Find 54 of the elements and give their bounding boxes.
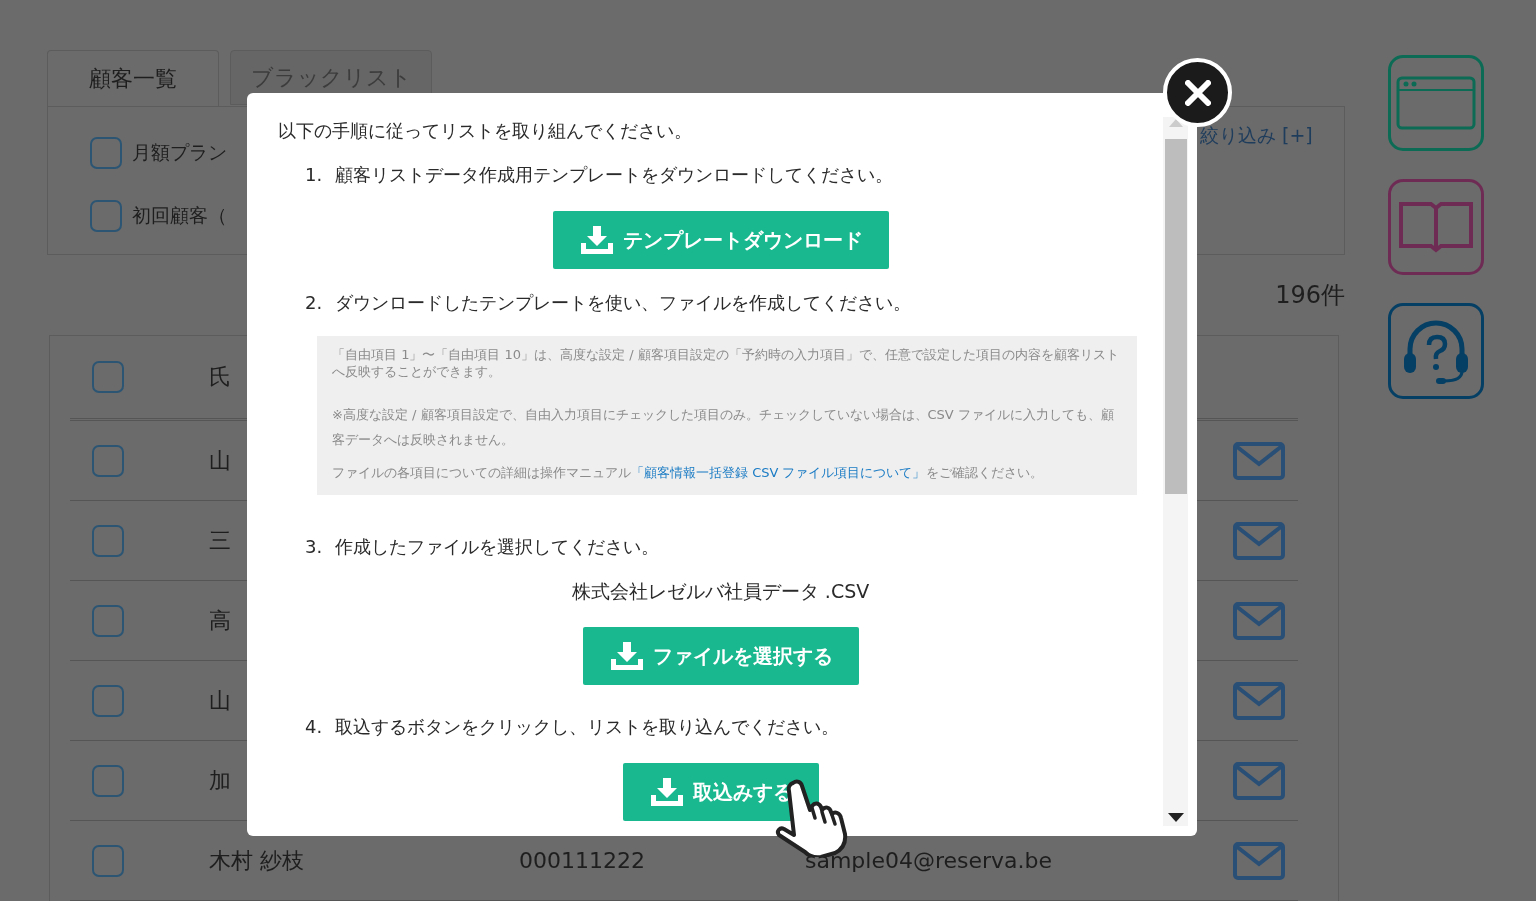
download-icon xyxy=(650,778,683,806)
scroll-up-icon[interactable] xyxy=(1168,119,1183,127)
step-text: 1. 顧客リストデータ作成用テンプレートをダウンロードしてください。 xyxy=(304,163,894,187)
download-icon xyxy=(610,642,643,670)
action-button[interactable]: ファイルを選択する xyxy=(582,627,859,685)
checkbox[interactable] xyxy=(92,764,124,797)
scrollbar[interactable] xyxy=(1163,117,1188,826)
mail-icon[interactable] xyxy=(1233,601,1285,640)
checkbox[interactable] xyxy=(92,524,124,557)
step-text: 4. 取込するボタンをクリックし、リストを取り込んでください。 xyxy=(304,715,840,739)
tab[interactable]: 顧客一覧 xyxy=(47,50,219,107)
filter-label: 初回顧客（ xyxy=(132,203,227,228)
mail-icon[interactable] xyxy=(1233,681,1285,720)
manual-button[interactable] xyxy=(1388,179,1484,275)
table-cell-text: 三 xyxy=(209,526,231,555)
checkbox[interactable] xyxy=(92,844,124,877)
filter-label: 月額プラン xyxy=(132,140,227,165)
download-icon xyxy=(580,226,613,254)
manual-link[interactable]: 「顧客情報一括登録 CSV ファイル項目について」 xyxy=(631,465,926,480)
mail-icon[interactable] xyxy=(1233,441,1285,480)
mail-icon[interactable] xyxy=(1233,521,1285,560)
table-cell-text: 加 xyxy=(209,766,231,795)
table-cell: sample04@reserva.be xyxy=(805,848,1053,873)
checkbox[interactable] xyxy=(90,137,122,169)
column-header: 氏 xyxy=(209,363,231,391)
result-count: 196件 xyxy=(1275,279,1345,311)
checkbox[interactable] xyxy=(92,684,124,717)
checkbox[interactable] xyxy=(90,200,122,232)
scroll-down-icon[interactable] xyxy=(1167,813,1184,822)
checkbox[interactable] xyxy=(92,361,124,393)
table-cell-text: 木村 紗枝 xyxy=(209,846,304,875)
mail-icon[interactable] xyxy=(1233,761,1285,800)
scrollbar-thumb[interactable] xyxy=(1164,139,1187,494)
support-button[interactable] xyxy=(1388,303,1484,399)
step-text: 3. 作成したファイルを選択してください。 xyxy=(304,535,660,559)
table-cell-text: 山 xyxy=(209,446,231,475)
table-cell: 000111222 xyxy=(519,848,645,873)
browser-window-icon xyxy=(1396,76,1476,130)
table-cell-text: 山 xyxy=(209,686,231,715)
note-text: 「自由項目 1」〜「自由項目 10」は、高度な設定 / 顧客項目設定の「予約時の入力項目」で、任意で設定した項目の内容を顧客リストへ反映することができます。 xyxy=(332,346,1120,380)
table-cell-text: 高 xyxy=(209,606,231,635)
step-text: 2. ダウンロードしたテンプレートを使い、ファイルを作成してください。 xyxy=(304,291,912,315)
note-text: ※高度な設定 / 顧客項目設定で、自由入力項目にチェックした項目のみ。チェックしていない場合は、CSV ファイルに入力しても、顧客データへは反映されません。 xyxy=(332,406,1115,449)
note-text: ファイルの各項目についての詳細は操作マニュアル「顧客情報一括登録 CSV ファイル項目について」をご確認ください。 xyxy=(332,464,1044,482)
mail-icon[interactable] xyxy=(1233,841,1285,880)
file-name: 株式会社レゼルバ社員データ .CSV xyxy=(571,579,870,604)
checkbox[interactable] xyxy=(92,444,124,477)
browser-window-button[interactable] xyxy=(1388,55,1484,151)
checkbox[interactable] xyxy=(92,604,124,637)
action-button[interactable]: テンプレートダウンロード xyxy=(552,211,889,269)
close-icon xyxy=(1184,79,1211,106)
open-book-icon xyxy=(1398,201,1474,253)
filter-toggle-link[interactable]: 絞り込み [+] xyxy=(1200,123,1313,149)
instruction-text: 以下の手順に従ってリストを取り組んでください。 xyxy=(278,119,693,143)
